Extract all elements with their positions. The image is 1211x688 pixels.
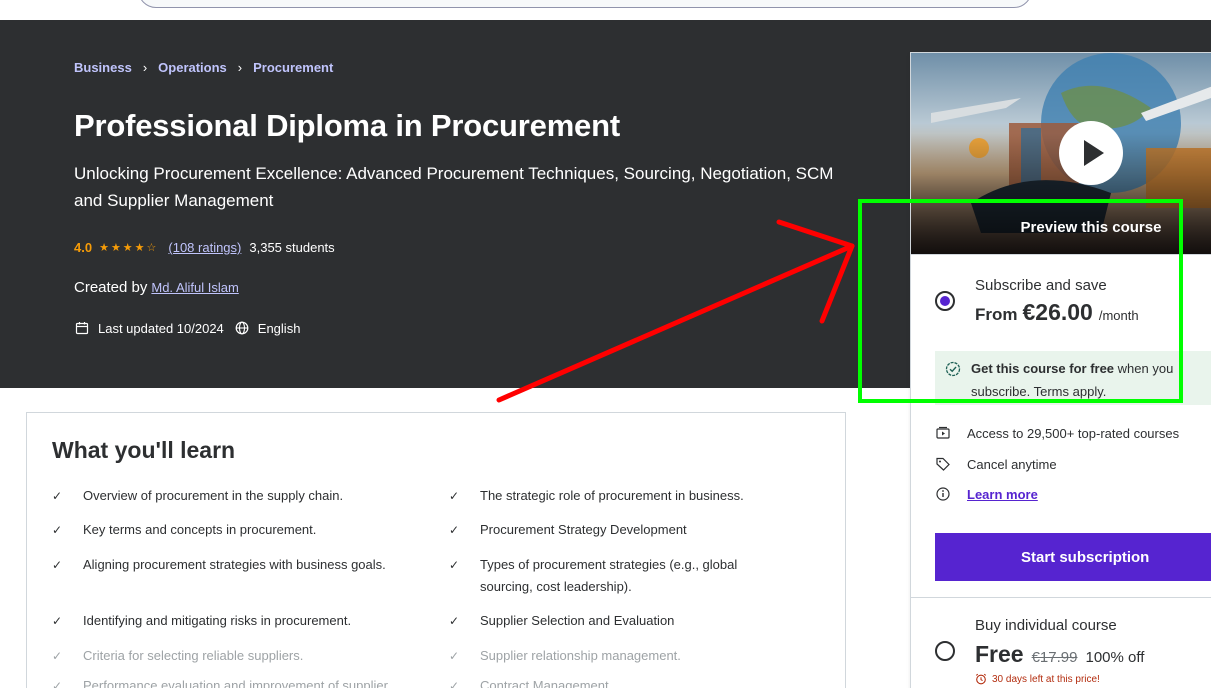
chevron-right-icon: › bbox=[142, 60, 148, 75]
subscribe-radio[interactable] bbox=[935, 291, 955, 311]
alarm-clock-icon bbox=[975, 673, 987, 685]
free-with-subscription-banner: Get this course for free when you subscr… bbox=[935, 351, 1211, 405]
video-library-icon bbox=[935, 425, 951, 441]
breadcrumb-procurement[interactable]: Procurement bbox=[253, 60, 333, 75]
feature-cancel: Cancel anytime bbox=[935, 456, 1057, 472]
feature-learn-more: Learn more bbox=[935, 486, 1038, 502]
course-title: Professional Diploma in Procurement bbox=[74, 108, 620, 143]
buy-price: Free €17.99 100% off bbox=[975, 641, 1145, 667]
list-item: ✓ Performance evaluation and improvement… bbox=[52, 675, 422, 688]
list-item: ✓ The strategic role of procurement in b… bbox=[449, 485, 819, 507]
play-button[interactable] bbox=[1059, 121, 1123, 185]
buy-individual-radio[interactable] bbox=[935, 641, 955, 661]
created-by: Created by Md. Aliful Islam bbox=[74, 279, 239, 296]
checkmark-icon: ✓ bbox=[449, 558, 460, 572]
breadcrumb-operations[interactable]: Operations bbox=[158, 60, 227, 75]
badge-check-icon bbox=[945, 361, 961, 377]
list-item: ✓ Procurement Strategy Development bbox=[449, 519, 819, 541]
rating-value: 4.0 bbox=[74, 240, 93, 255]
ratings-count-link[interactable]: (108 ratings) bbox=[168, 240, 241, 255]
instructor-link[interactable]: Md. Aliful Islam bbox=[151, 280, 238, 295]
list-item: ✓ Overview of procurement in the supply … bbox=[52, 485, 422, 507]
list-item: ✓ Criteria for selecting reliable suppli… bbox=[52, 645, 422, 667]
list-item: ✓ Identifying and mitigating risks in pr… bbox=[52, 610, 422, 632]
calendar-icon bbox=[74, 320, 90, 336]
top-bar bbox=[0, 0, 1211, 20]
rating-row: 4.0 ★★★★☆ (108 ratings) 3,355 students bbox=[74, 240, 335, 255]
checkmark-icon: ✓ bbox=[52, 649, 63, 663]
purchase-card: Preview this course Subscribe and save F… bbox=[910, 52, 1211, 688]
course-subtitle: Unlocking Procurement Excellence: Advanc… bbox=[74, 164, 834, 210]
divider bbox=[911, 597, 1211, 598]
checkmark-icon: ✓ bbox=[449, 679, 460, 688]
checkmark-icon: ✓ bbox=[52, 523, 63, 537]
breadcrumb: Business › Operations › Procurement bbox=[74, 60, 333, 75]
checkmark-icon: ✓ bbox=[52, 614, 63, 628]
checkmark-icon: ✓ bbox=[52, 558, 63, 572]
checkmark-icon: ✓ bbox=[449, 614, 460, 628]
subscribe-price: From €26.00 /month bbox=[975, 299, 1139, 325]
breadcrumb-business[interactable]: Business bbox=[74, 60, 132, 75]
created-by-label: Created by bbox=[74, 279, 148, 296]
students-count: 3,355 students bbox=[249, 240, 335, 255]
play-icon bbox=[1084, 140, 1104, 166]
checkmark-icon: ✓ bbox=[449, 489, 460, 503]
feature-access: Access to 29,500+ top-rated courses bbox=[935, 425, 1179, 441]
chevron-right-icon: › bbox=[237, 60, 243, 75]
checkmark-icon: ✓ bbox=[52, 679, 63, 688]
checkmark-icon: ✓ bbox=[449, 523, 460, 537]
course-preview[interactable]: Preview this course bbox=[911, 53, 1211, 255]
subscribe-title: Subscribe and save bbox=[975, 277, 1107, 294]
globe-icon bbox=[234, 320, 250, 336]
checkmark-icon: ✓ bbox=[449, 649, 460, 663]
last-updated: Last updated 10/2024 bbox=[98, 320, 224, 336]
search-bar[interactable] bbox=[138, 0, 1032, 8]
star-rating-icon: ★★★★☆ bbox=[99, 242, 159, 254]
list-item: ✓ Key terms and concepts in procurement. bbox=[52, 519, 422, 541]
tag-icon bbox=[935, 456, 951, 472]
checkmark-icon: ✓ bbox=[52, 489, 63, 503]
list-item: ✓ Contract Management bbox=[449, 675, 819, 688]
list-item: ✓ Types of procurement strategies (e.g.,… bbox=[449, 554, 789, 598]
buy-individual-title: Buy individual course bbox=[975, 617, 1117, 634]
list-item: ✓ Supplier relationship management. bbox=[449, 645, 819, 667]
price-deadline: 30 days left at this price! bbox=[975, 673, 1100, 685]
info-icon bbox=[935, 486, 951, 502]
preview-label: Preview this course bbox=[1020, 219, 1162, 236]
course-language: English bbox=[257, 320, 301, 336]
list-item: ✓ Aligning procurement strategies with b… bbox=[52, 554, 422, 576]
learn-heading: What you'll learn bbox=[52, 437, 236, 463]
what-youll-learn: What you'll learn ✓ Overview of procurem… bbox=[26, 412, 846, 688]
learn-more-link[interactable]: Learn more bbox=[967, 487, 1038, 502]
course-meta: Last updated 10/2024 English bbox=[74, 320, 300, 336]
start-subscription-button[interactable]: Start subscription bbox=[935, 533, 1211, 581]
list-item: ✓ Supplier Selection and Evaluation bbox=[449, 610, 819, 632]
